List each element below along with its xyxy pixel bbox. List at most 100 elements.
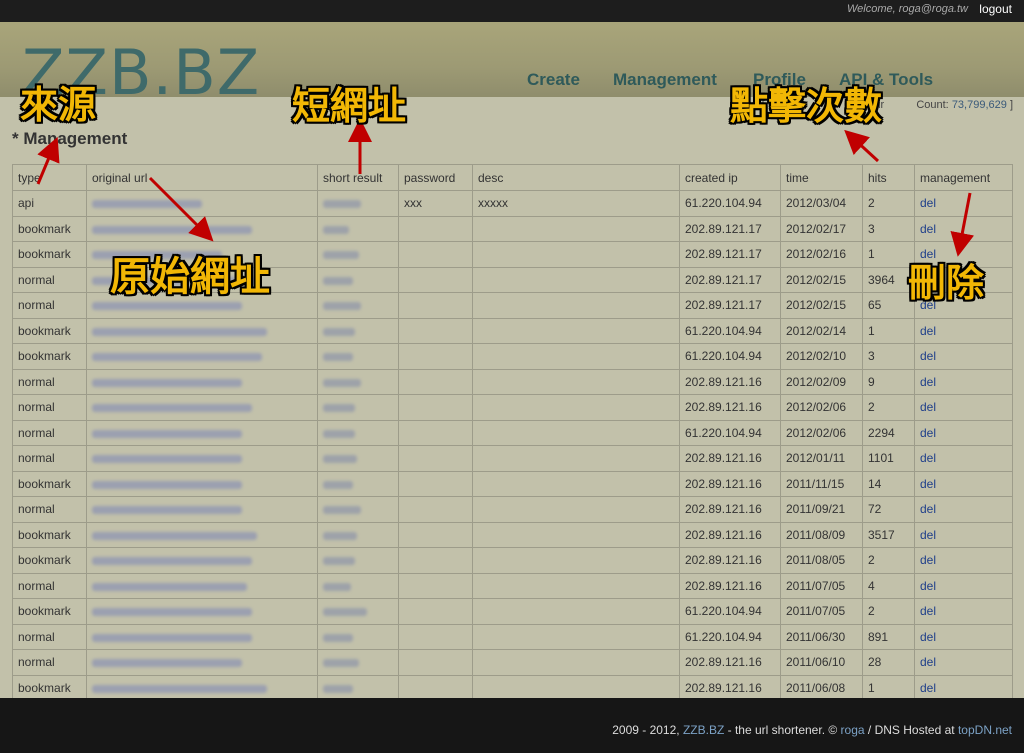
col-header-desc[interactable]: desc: [472, 164, 680, 191]
cell-original-url[interactable]: [86, 190, 318, 217]
cell-original-url[interactable]: [86, 572, 318, 599]
table-row: normal 202.89.121.16 2012/02/06 2 del: [12, 394, 1013, 421]
cell-type: bookmark: [12, 598, 87, 625]
cell-short-result[interactable]: [317, 445, 399, 472]
cell-original-url[interactable]: [86, 649, 318, 676]
cell-short-result[interactable]: [317, 547, 399, 574]
cell-desc: [472, 598, 680, 625]
cell-original-url[interactable]: [86, 343, 318, 370]
cell-original-url[interactable]: [86, 547, 318, 574]
col-header-type[interactable]: type: [12, 164, 87, 191]
col-header-short-result[interactable]: short result: [317, 164, 399, 191]
cell-desc: [472, 266, 680, 293]
cell-original-url[interactable]: [86, 496, 318, 523]
cell-short-result[interactable]: [317, 623, 399, 650]
delete-link[interactable]: del: [920, 553, 936, 567]
logout-link[interactable]: logout: [979, 2, 1012, 16]
delete-link[interactable]: del: [920, 400, 936, 414]
cell-short-result[interactable]: [317, 190, 399, 217]
cell-short-result[interactable]: [317, 343, 399, 370]
cell-created-ip: 61.220.104.94: [679, 419, 781, 446]
cell-created-ip: 61.220.104.94: [679, 598, 781, 625]
cell-management: del: [914, 598, 1013, 625]
table-row: bookmark 61.220.104.94 2012/02/10 3 del: [12, 343, 1013, 370]
cell-short-result[interactable]: [317, 649, 399, 676]
cell-desc: [472, 521, 680, 548]
cell-original-url[interactable]: [86, 623, 318, 650]
cell-password: [398, 521, 473, 548]
cell-desc: [472, 368, 680, 395]
col-header-created-ip[interactable]: created ip: [679, 164, 781, 191]
cell-time: 2011/11/15: [780, 470, 863, 497]
cell-management: del: [914, 547, 1013, 574]
delete-link[interactable]: del: [920, 349, 936, 363]
cell-short-result[interactable]: [317, 674, 399, 701]
cell-short-result[interactable]: [317, 419, 399, 446]
delete-link[interactable]: del: [920, 375, 936, 389]
cell-desc: [472, 445, 680, 472]
delete-link[interactable]: del: [920, 528, 936, 542]
cell-short-result[interactable]: [317, 368, 399, 395]
cell-short-result[interactable]: [317, 598, 399, 625]
cell-short-result[interactable]: [317, 572, 399, 599]
col-header-original-url[interactable]: original url: [86, 164, 318, 191]
delete-link[interactable]: del: [920, 222, 936, 236]
cell-original-url[interactable]: [86, 215, 318, 242]
cell-short-result[interactable]: [317, 215, 399, 242]
cell-original-url[interactable]: [86, 470, 318, 497]
delete-link[interactable]: del: [920, 324, 936, 338]
cell-short-result[interactable]: [317, 266, 399, 293]
delete-link[interactable]: del: [920, 502, 936, 516]
cell-short-result[interactable]: [317, 470, 399, 497]
delete-link[interactable]: del: [920, 477, 936, 491]
col-header-password[interactable]: password: [398, 164, 473, 191]
cell-short-result[interactable]: [317, 292, 399, 319]
delete-link[interactable]: del: [920, 681, 936, 695]
cell-original-url[interactable]: [86, 317, 318, 344]
delete-link[interactable]: del: [920, 426, 936, 440]
cell-short-result[interactable]: [317, 521, 399, 548]
footer-site-link[interactable]: ZZB.BZ: [683, 723, 724, 737]
cell-created-ip: 202.89.121.16: [679, 470, 781, 497]
cell-management: del: [914, 496, 1013, 523]
cell-management: del: [914, 215, 1013, 242]
delete-link[interactable]: del: [920, 630, 936, 644]
table-row: normal 202.89.121.16 2011/09/21 72 del: [12, 496, 1013, 523]
delete-link[interactable]: del: [920, 451, 936, 465]
cell-created-ip: 61.220.104.94: [679, 623, 781, 650]
cell-created-ip: 202.89.121.16: [679, 394, 781, 421]
nav-management[interactable]: Management: [613, 70, 717, 90]
footer-author-link[interactable]: roga: [841, 723, 865, 737]
cell-time: 2012/02/06: [780, 419, 863, 446]
cell-original-url[interactable]: [86, 394, 318, 421]
col-header-time[interactable]: time: [780, 164, 863, 191]
cell-desc: [472, 496, 680, 523]
cell-original-url[interactable]: [86, 674, 318, 701]
cell-hits: 1: [862, 674, 915, 701]
cell-short-result[interactable]: [317, 317, 399, 344]
table-row: bookmark 202.89.121.16 2011/08/05 2 del: [12, 547, 1013, 574]
cell-short-result[interactable]: [317, 241, 399, 268]
annotation-hit-count: 點擊次數: [730, 84, 883, 128]
cell-short-result[interactable]: [317, 496, 399, 523]
cell-desc: [472, 419, 680, 446]
footer-host-link[interactable]: topDN.net: [958, 723, 1012, 737]
cell-original-url[interactable]: [86, 521, 318, 548]
delete-link[interactable]: del: [920, 579, 936, 593]
table-row: normal 61.220.104.94 2012/02/06 2294 del: [12, 419, 1013, 446]
cell-desc: [472, 241, 680, 268]
cell-password: [398, 572, 473, 599]
cell-original-url[interactable]: [86, 598, 318, 625]
col-header-hits[interactable]: hits: [862, 164, 915, 191]
nav-create[interactable]: Create: [527, 70, 580, 90]
delete-link[interactable]: del: [920, 655, 936, 669]
cell-short-result[interactable]: [317, 394, 399, 421]
cell-management: del: [914, 674, 1013, 701]
cell-original-url[interactable]: [86, 419, 318, 446]
cell-hits: 3: [862, 343, 915, 370]
cell-original-url[interactable]: [86, 368, 318, 395]
delete-link[interactable]: del: [920, 604, 936, 618]
cell-original-url[interactable]: [86, 445, 318, 472]
delete-link[interactable]: del: [920, 196, 936, 210]
cell-hits: 1: [862, 317, 915, 344]
